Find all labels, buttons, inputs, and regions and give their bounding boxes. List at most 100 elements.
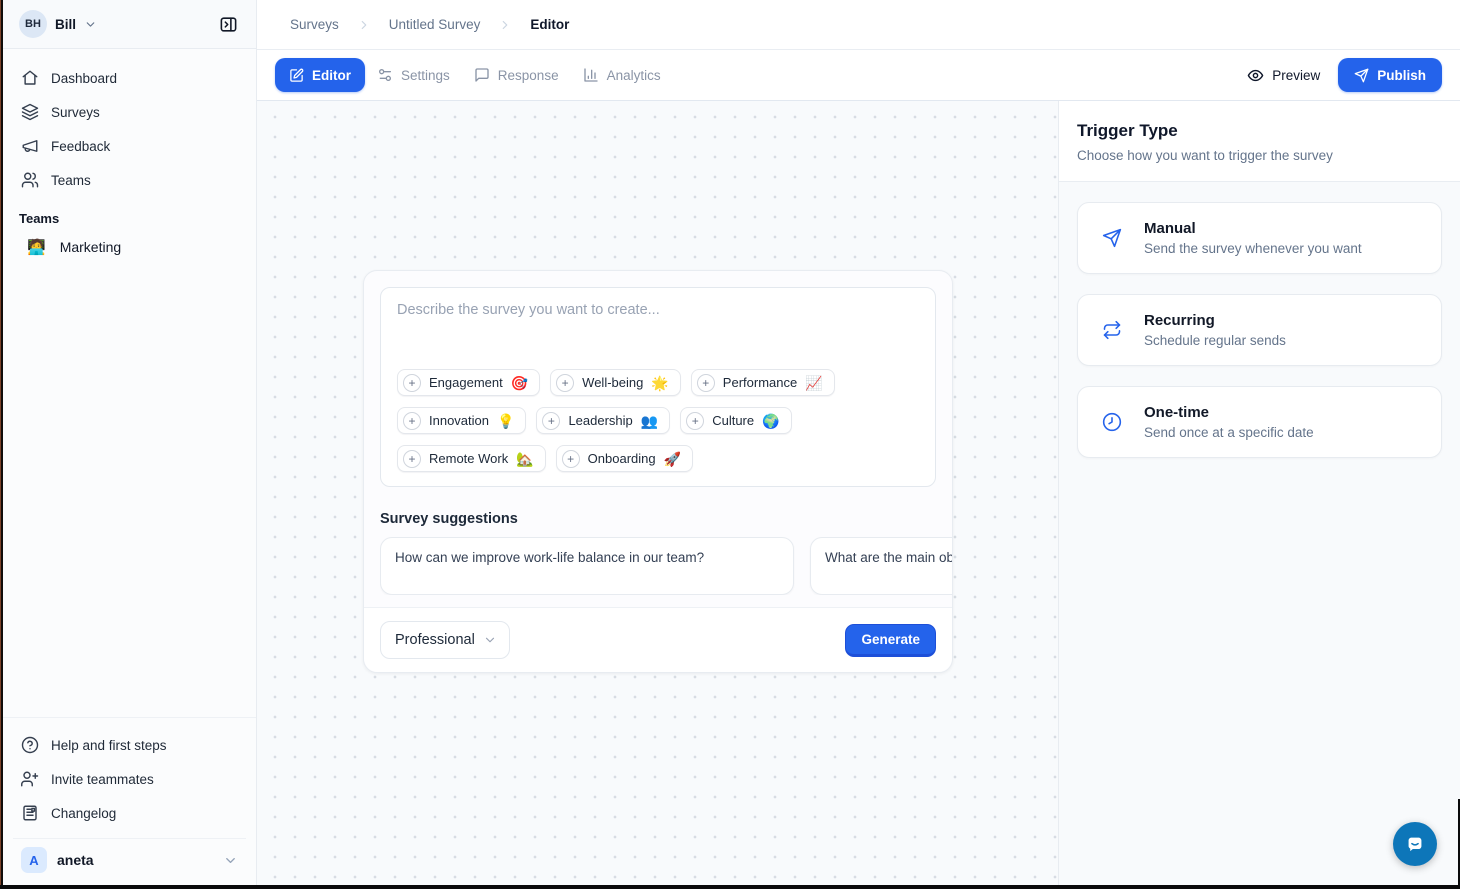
- message-square-icon: [474, 67, 490, 83]
- user-name: aneta: [57, 852, 94, 868]
- chevron-right-icon: [357, 18, 371, 32]
- bulb-emoji-icon: 💡: [497, 414, 514, 428]
- plus-icon: +: [686, 412, 704, 430]
- tab-settings[interactable]: Settings: [365, 58, 462, 92]
- preview-label: Preview: [1272, 68, 1320, 83]
- chip-engagement[interactable]: + Engagement 🎯: [397, 369, 540, 396]
- edit-icon: [289, 68, 304, 83]
- user-avatar: A: [21, 847, 47, 873]
- chevron-down-icon[interactable]: [84, 18, 97, 31]
- tone-select[interactable]: Professional: [380, 621, 510, 659]
- suggestion-card[interactable]: What are the main ob: [810, 537, 952, 595]
- preview-button[interactable]: Preview: [1247, 67, 1320, 84]
- trigger-options: Manual Send the survey whenever you want…: [1059, 182, 1460, 498]
- megaphone-icon: [21, 137, 39, 155]
- plus-icon: +: [403, 450, 421, 468]
- tone-selected-value: Professional: [395, 632, 475, 648]
- sidebar-collapse-button[interactable]: [212, 8, 244, 40]
- sidebar-item-label: Teams: [51, 173, 91, 188]
- sidebar-item-label: Dashboard: [51, 71, 117, 86]
- bar-chart-icon: [583, 67, 599, 83]
- send-icon: [1102, 228, 1122, 248]
- trigger-option-recurring[interactable]: Recurring Schedule regular sends: [1077, 294, 1442, 366]
- plus-icon: +: [697, 374, 715, 392]
- breadcrumb-current: Editor: [530, 17, 569, 32]
- tab-response[interactable]: Response: [462, 58, 571, 92]
- option-title: One-time: [1144, 404, 1314, 421]
- sidebar-item-label: Changelog: [51, 806, 116, 821]
- publish-label: Publish: [1377, 68, 1426, 83]
- star-emoji-icon: 🌟: [651, 376, 668, 390]
- chip-innovation[interactable]: + Innovation 💡: [397, 407, 526, 434]
- editor-canvas: + Engagement 🎯 + Well-being 🌟 +: [257, 101, 1058, 889]
- sidebar-item-marketing[interactable]: 🧑‍💻 Marketing: [13, 232, 246, 262]
- plus-icon: +: [403, 412, 421, 430]
- breadcrumb-survey-name[interactable]: Untitled Survey: [389, 17, 481, 32]
- chip-performance[interactable]: + Performance 📈: [691, 369, 835, 396]
- workspace-header: BH Bill: [3, 0, 256, 49]
- repeat-icon: [1102, 320, 1122, 340]
- busts-emoji-icon: 👥: [641, 414, 658, 428]
- sidebar-nav: Dashboard Surveys Feedback Teams: [3, 49, 256, 197]
- chat-launcher-button[interactable]: [1393, 822, 1437, 866]
- option-description: Schedule regular sends: [1144, 333, 1286, 348]
- target-emoji-icon: 🎯: [511, 376, 528, 390]
- user-menu[interactable]: A aneta: [13, 838, 246, 881]
- panel-toggle-icon: [219, 15, 238, 34]
- sidebar-item-help[interactable]: Help and first steps: [13, 728, 246, 762]
- prompt-card: + Engagement 🎯 + Well-being 🌟 +: [380, 287, 936, 487]
- breadcrumb-surveys[interactable]: Surveys: [290, 17, 339, 32]
- suggestions-row: How can we improve work-life balance in …: [380, 537, 952, 595]
- sliders-icon: [377, 67, 393, 83]
- sidebar-item-changelog[interactable]: Changelog: [13, 796, 246, 830]
- tab-label: Response: [498, 68, 559, 83]
- composer-footer: Professional Generate: [364, 607, 952, 672]
- plus-icon: +: [403, 374, 421, 392]
- sidebar-item-dashboard[interactable]: Dashboard: [13, 61, 246, 95]
- sidebar-item-label: Feedback: [51, 139, 110, 154]
- chip-leadership[interactable]: + Leadership 👥: [536, 407, 670, 434]
- suggestion-card[interactable]: How can we improve work-life balance in …: [380, 537, 794, 595]
- survey-composer-card: + Engagement 🎯 + Well-being 🌟 +: [363, 270, 953, 673]
- chat-bubble-icon: [1404, 833, 1426, 855]
- sidebar-footer: Help and first steps Invite teammates Ch…: [3, 717, 256, 889]
- panel-subtitle: Choose how you want to trigger the surve…: [1077, 148, 1442, 163]
- sidebar-item-invite[interactable]: Invite teammates: [13, 762, 246, 796]
- teams-section-label: Teams: [3, 197, 256, 232]
- plus-icon: +: [556, 374, 574, 392]
- trigger-option-manual[interactable]: Manual Send the survey whenever you want: [1077, 202, 1442, 274]
- chip-well-being[interactable]: + Well-being 🌟: [550, 369, 681, 396]
- sidebar-item-teams[interactable]: Teams: [13, 163, 246, 197]
- chevron-right-icon: [498, 18, 512, 32]
- tab-analytics[interactable]: Analytics: [571, 58, 673, 92]
- option-title: Manual: [1144, 220, 1362, 237]
- trigger-panel: Trigger Type Choose how you want to trig…: [1058, 101, 1460, 889]
- chip-onboarding[interactable]: + Onboarding 🚀: [556, 445, 693, 472]
- users-icon: [21, 171, 39, 189]
- window-edge-left: [0, 0, 3, 889]
- chevron-down-icon: [223, 853, 238, 868]
- tab-editor[interactable]: Editor: [275, 58, 365, 92]
- send-icon: [1354, 68, 1369, 83]
- chip-remote-work[interactable]: + Remote Work 🏡: [397, 445, 546, 472]
- chevron-down-icon: [483, 633, 497, 647]
- plus-icon: +: [562, 450, 580, 468]
- user-plus-icon: [21, 770, 39, 788]
- tab-label: Analytics: [607, 68, 661, 83]
- help-circle-icon: [21, 736, 39, 754]
- plus-icon: +: [542, 412, 560, 430]
- clock-icon: [1102, 412, 1122, 432]
- rocket-emoji-icon: 🚀: [664, 452, 681, 466]
- generate-button[interactable]: Generate: [845, 624, 936, 657]
- workspace-name: Bill: [55, 17, 76, 32]
- home-icon: [21, 69, 39, 87]
- chart-emoji-icon: 📈: [805, 376, 822, 390]
- survey-description-input[interactable]: [397, 302, 919, 369]
- house-emoji-icon: 🏡: [516, 452, 533, 466]
- trigger-option-one-time[interactable]: One-time Send once at a specific date: [1077, 386, 1442, 458]
- publish-button[interactable]: Publish: [1338, 58, 1442, 92]
- globe-emoji-icon: 🌍: [762, 414, 779, 428]
- sidebar-item-feedback[interactable]: Feedback: [13, 129, 246, 163]
- chip-culture[interactable]: + Culture 🌍: [680, 407, 791, 434]
- sidebar-item-surveys[interactable]: Surveys: [13, 95, 246, 129]
